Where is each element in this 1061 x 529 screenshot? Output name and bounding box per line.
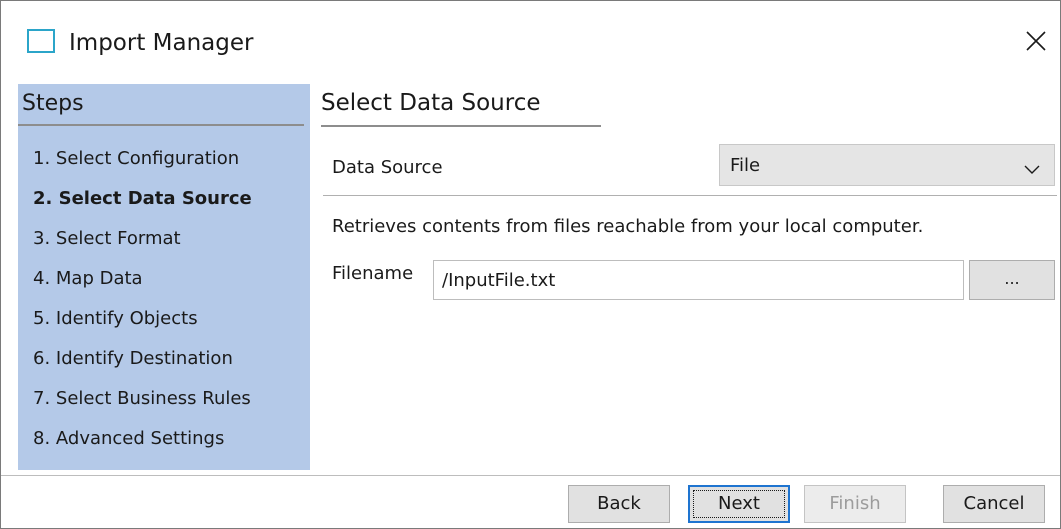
filename-label: Filename	[332, 263, 414, 284]
page-title-divider	[321, 125, 601, 127]
chevron-down-icon	[1024, 160, 1040, 179]
steps-divider	[18, 124, 304, 126]
back-button[interactable]: Back	[568, 485, 670, 523]
browse-button[interactable]: ...	[969, 260, 1055, 300]
next-button[interactable]: Next	[688, 485, 790, 523]
step-item-select-configuration: 1. Select Configuration	[33, 148, 240, 169]
steps-list: 1. Select Configuration 2. Select Data S…	[33, 146, 252, 466]
step-item-select-business-rules: 7. Select Business Rules	[33, 388, 251, 409]
step-item-advanced-settings: 8. Advanced Settings	[33, 428, 225, 449]
step-item-identify-objects: 5. Identify Objects	[33, 308, 198, 329]
finish-button[interactable]: Finish	[804, 485, 906, 523]
window-icon	[27, 29, 55, 53]
step-item-select-format: 3. Select Format	[33, 228, 181, 249]
focus-rectangle	[693, 490, 785, 518]
step-item-identify-destination: 6. Identify Destination	[33, 348, 233, 369]
data-source-description: Retrieves contents from files reachable …	[332, 216, 924, 237]
section-divider	[323, 195, 1057, 196]
steps-panel: Steps 1. Select Configuration 2. Select …	[18, 84, 310, 470]
step-item-map-data: 4. Map Data	[33, 268, 143, 289]
close-icon[interactable]	[1020, 25, 1052, 57]
close-x-icon	[1026, 31, 1046, 51]
filename-input[interactable]	[433, 260, 964, 300]
import-manager-window: Import Manager Steps 1. Select Configura…	[0, 0, 1061, 529]
data-source-select[interactable]: File	[719, 144, 1055, 186]
page-title: Select Data Source	[321, 90, 541, 116]
footer-divider	[1, 475, 1060, 476]
cancel-button[interactable]: Cancel	[943, 485, 1045, 523]
data-source-value: File	[730, 155, 761, 176]
data-source-label: Data Source	[332, 157, 443, 178]
step-item-select-data-source: 2. Select Data Source	[33, 188, 252, 209]
window-title: Import Manager	[69, 30, 254, 56]
steps-title: Steps	[22, 91, 84, 116]
title-bar: Import Manager	[1, 1, 1060, 73]
